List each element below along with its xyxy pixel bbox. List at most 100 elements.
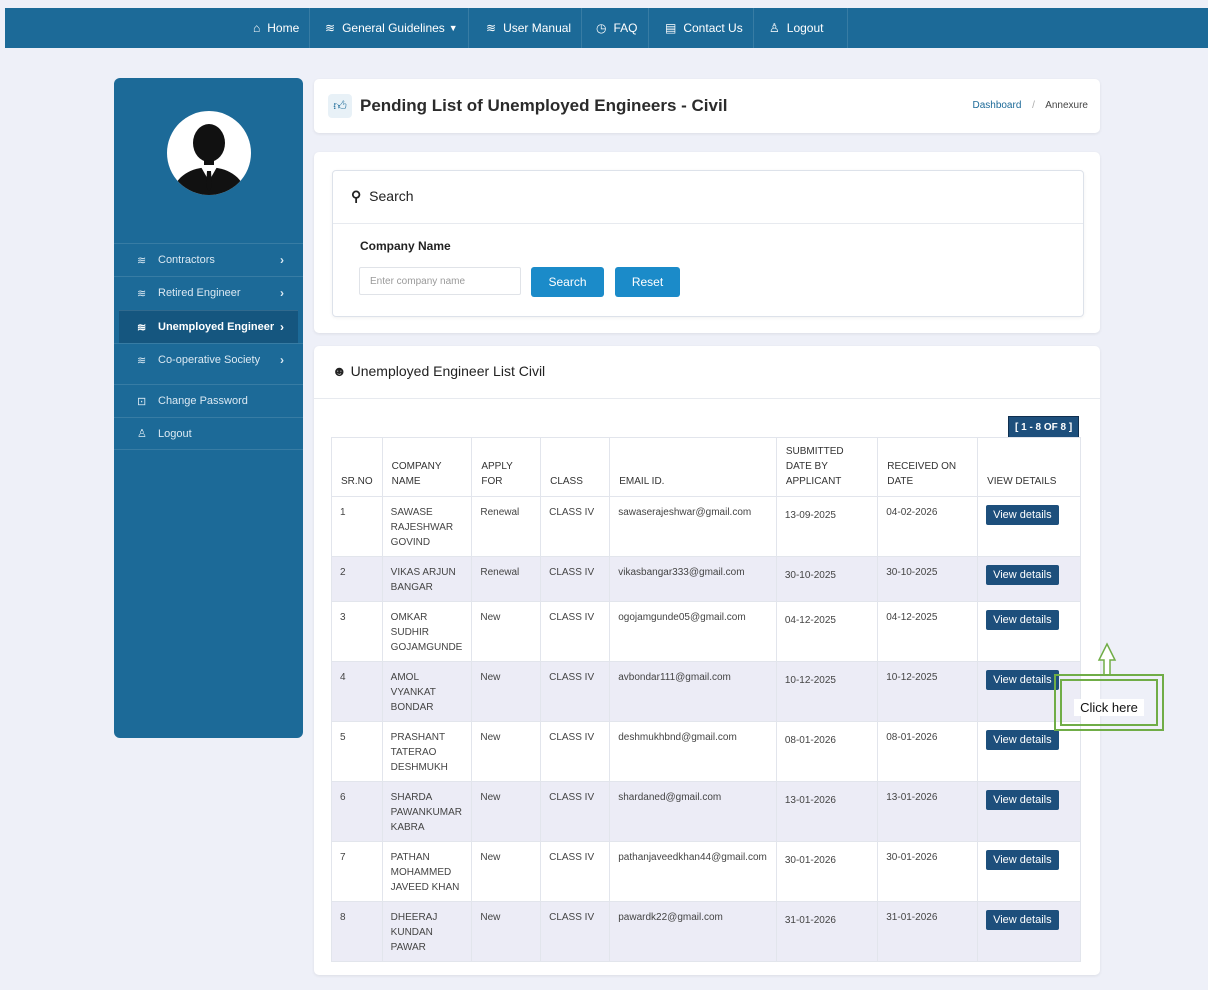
search-panel-header: ⚲ Search	[333, 171, 1083, 224]
received-date-cell: 04-12-2025	[877, 601, 979, 662]
chevron-right-icon: ›	[280, 353, 284, 367]
sidebar-item-logout[interactable]: ♙ Logout	[114, 417, 303, 450]
sidebar: ≋ Contractors › ≋ Retired Engineer › ≋ U…	[114, 78, 303, 738]
submitted-date-cell: 04-12-2025	[775, 601, 879, 662]
chevron-right-icon: ›	[280, 320, 284, 334]
company-name-cell: VIKAS ARJUN BANGAR	[381, 556, 473, 602]
view-details-button[interactable]: View details	[986, 565, 1059, 585]
apply-for-cell: New	[471, 841, 542, 902]
company-name-cell: OMKAR SUDHIR GOJAMGUNDE	[381, 601, 473, 662]
sidebar-item-retired-engineer[interactable]: ≋ Retired Engineer ›	[114, 276, 303, 309]
sr-no-cell: 8	[331, 901, 383, 962]
apply-for-cell: New	[471, 901, 542, 962]
sidebar-item-change-password[interactable]: ⊡ Change Password	[114, 384, 303, 417]
thumbs-up-icon: 👍︎	[328, 94, 352, 118]
email-cell: ogojamgunde05@gmail.com	[609, 601, 777, 662]
view-details-cell: View details	[977, 781, 1081, 842]
sidebar-item-label: Retired Engineer	[158, 287, 241, 299]
received-date-cell: 30-01-2026	[877, 841, 979, 902]
view-details-cell: View details	[977, 901, 1081, 962]
submitted-date-cell: 30-10-2025	[775, 556, 879, 602]
view-details-button[interactable]: View details	[986, 730, 1059, 750]
nav-faq-label: FAQ	[613, 21, 638, 35]
sidebar-item-contractors[interactable]: ≋ Contractors ›	[114, 243, 303, 276]
column-header: CLASS	[540, 437, 611, 497]
view-details-cell: View details	[977, 841, 1081, 902]
submitted-date-cell: 13-09-2025	[775, 496, 879, 557]
received-date-cell: 13-01-2026	[877, 781, 979, 842]
class-cell: CLASS IV	[540, 841, 611, 902]
table-row: 3 OMKAR SUDHIR GOJAMGUNDE New CLASS IV o…	[331, 601, 1081, 662]
search-title: ⚲ Search	[351, 188, 414, 205]
class-cell: CLASS IV	[540, 601, 611, 662]
nav-contact-us[interactable]: ▤ Contact Us	[655, 8, 754, 48]
nav-contact-us-label: Contact Us	[683, 21, 743, 35]
breadcrumb-current: Annexure	[1045, 100, 1088, 111]
nav-general-guidelines[interactable]: ≋ General Guidelines ▼	[315, 8, 469, 48]
class-cell: CLASS IV	[540, 496, 611, 557]
view-details-button[interactable]: View details	[986, 790, 1059, 810]
class-cell: CLASS IV	[540, 901, 611, 962]
nav-logout[interactable]: ♙ Logout	[759, 8, 848, 48]
sidebar-item-co-operative-society[interactable]: ≋ Co-operative Society ›	[114, 343, 303, 376]
company-name-cell: DHEERAJ KUNDAN PAWAR	[381, 901, 473, 962]
breadcrumb-separator: /	[1032, 100, 1035, 111]
view-details-button[interactable]: View details	[986, 610, 1059, 630]
callout-inner-frame: Click here	[1060, 679, 1158, 726]
search-title-label: Search	[369, 188, 414, 204]
layers-icon: ≋	[137, 354, 147, 367]
search-button[interactable]: Search	[531, 267, 604, 297]
email-cell: shardaned@gmail.com	[609, 781, 777, 842]
nav-logout-label: Logout	[786, 21, 824, 35]
home-icon: ⌂	[253, 21, 261, 35]
column-header: APPLY FOR	[471, 437, 542, 497]
company-name-input[interactable]	[359, 267, 521, 295]
column-header: COMPANY NAME	[381, 437, 473, 497]
sr-no-cell: 4	[331, 661, 383, 722]
class-cell: CLASS IV	[540, 661, 611, 722]
view-details-button[interactable]: View details	[986, 850, 1059, 870]
layers-icon: ≋	[325, 21, 336, 35]
table-row: 8 DHEERAJ KUNDAN PAWAR New CLASS IV pawa…	[331, 901, 1081, 962]
received-date-cell: 08-01-2026	[877, 721, 979, 782]
nav-home[interactable]: ⌂ Home	[243, 8, 311, 48]
column-header: SR.NO	[331, 437, 383, 497]
nav-user-manual[interactable]: ≋ User Manual	[476, 8, 583, 48]
table-row: 6 SHARDA PAWANKUMAR KABRA New CLASS IV s…	[331, 781, 1081, 842]
table-row: 5 PRASHANT TATERAO DESHMUKH New CLASS IV…	[331, 721, 1081, 782]
search-icon: ⚲	[351, 188, 362, 204]
class-cell: CLASS IV	[540, 721, 611, 782]
nav-faq[interactable]: ◷ FAQ	[586, 8, 649, 48]
user-circle-icon: ☻	[332, 363, 347, 379]
email-cell: pathanjaveedkhan44@gmail.com	[609, 841, 777, 902]
apply-for-cell: Renewal	[471, 496, 542, 557]
received-date-cell: 31-01-2026	[877, 901, 979, 962]
view-details-button[interactable]: View details	[986, 505, 1059, 525]
view-details-button[interactable]: View details	[986, 910, 1059, 930]
sr-no-cell: 5	[331, 721, 383, 782]
breadcrumb: Dashboard / Annexure	[972, 100, 1088, 111]
apply-for-cell: New	[471, 661, 542, 722]
table-header-row: SR.NO COMPANY NAME APPLY FOR CLASS EMAIL…	[331, 437, 1081, 497]
clock-icon: ◷	[596, 21, 607, 35]
company-name-label: Company Name	[360, 239, 451, 253]
search-panel: ⚲ Search Company Name Search Reset	[332, 170, 1084, 317]
column-header: SUBMITTED DATE BY APPLICANT	[775, 437, 879, 497]
sidebar-item-unemployed-engineer[interactable]: ≋ Unemployed Engineer ›	[119, 310, 298, 343]
email-cell: pawardk22@gmail.com	[609, 901, 777, 962]
table-row: 7 PATHAN MOHAMMED JAVEED KHAN New CLASS …	[331, 841, 1081, 902]
sr-no-cell: 6	[331, 781, 383, 842]
nav-home-label: Home	[267, 21, 300, 35]
reset-button[interactable]: Reset	[615, 267, 680, 297]
view-details-button[interactable]: View details	[986, 670, 1059, 690]
column-header: VIEW DETAILS	[977, 437, 1081, 497]
breadcrumb-dashboard-link[interactable]: Dashboard	[972, 100, 1021, 111]
chevron-right-icon: ›	[280, 253, 284, 267]
page-title: Pending List of Unemployed Engineers - C…	[360, 96, 728, 115]
view-details-cell: View details	[977, 601, 1081, 662]
company-name-cell: PATHAN MOHAMMED JAVEED KHAN	[381, 841, 473, 902]
sidebar-item-label: Change Password	[158, 395, 248, 407]
user-icon: ♙	[137, 428, 147, 440]
column-header: RECEIVED ON DATE	[877, 437, 979, 497]
page-header-card: 👍︎ Pending List of Unemployed Engineers …	[314, 79, 1100, 133]
